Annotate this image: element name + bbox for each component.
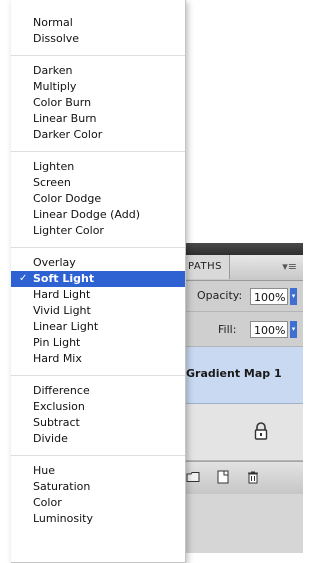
menu-item-soft-light[interactable]: Soft Light ✓ — [11, 271, 185, 287]
opacity-dropdown-icon[interactable]: ▾ — [290, 288, 297, 305]
menu-separator — [11, 247, 185, 248]
menu-separator — [11, 375, 185, 376]
menu-item-linear-light[interactable]: Linear Light — [11, 319, 185, 335]
menu-separator — [11, 151, 185, 152]
menu-item-vivid-light[interactable]: Vivid Light — [11, 303, 185, 319]
menu-separator — [11, 455, 185, 456]
menu-item-label: Hard Light — [33, 288, 91, 301]
menu-item-label: Color — [33, 496, 62, 509]
menu-item-luminosity[interactable]: Luminosity — [11, 511, 185, 527]
menu-item-dissolve[interactable]: Dissolve — [11, 31, 185, 47]
menu-item-overlay[interactable]: Overlay — [11, 255, 185, 271]
menu-item-darker-color[interactable]: Darker Color — [11, 127, 185, 143]
menu-item-label: Luminosity — [33, 512, 93, 525]
menu-item-color[interactable]: Color — [11, 495, 185, 511]
blend-mode-menu: Normal Dissolve Darken Multiply Color Burn Li… — [11, 0, 186, 563]
menu-item-lighter-color[interactable]: Lighter Color — [11, 223, 185, 239]
menu-item-label: Hue — [33, 464, 56, 477]
menu-item-exclusion[interactable]: Exclusion — [11, 399, 185, 415]
menu-item-label: Normal — [33, 16, 73, 29]
fill-field[interactable]: 100% — [250, 321, 288, 338]
new-layer-icon[interactable] — [216, 470, 230, 484]
menu-item-divide[interactable]: Divide — [11, 431, 185, 447]
menu-item-normal[interactable]: Normal — [11, 15, 185, 31]
checkmark-icon: ✓ — [19, 273, 28, 284]
menu-item-label: Linear Burn — [33, 112, 97, 125]
menu-item-label: Exclusion — [33, 400, 85, 413]
menu-item-label: Darker Color — [33, 128, 103, 141]
menu-item-label: Soft Light — [33, 272, 95, 285]
fill-label: Fill: — [218, 323, 237, 336]
menu-item-label: Vivid Light — [33, 304, 91, 317]
menu-item-difference[interactable]: Difference — [11, 383, 185, 399]
layer-name: Gradient Map 1 — [186, 367, 282, 380]
menu-item-saturation[interactable]: Saturation — [11, 479, 185, 495]
menu-item-label: Linear Light — [33, 320, 99, 333]
menu-item-screen[interactable]: Screen — [11, 175, 185, 191]
menu-item-label: Multiply — [33, 80, 77, 93]
menu-item-label: Pin Light — [33, 336, 81, 349]
menu-item-multiply[interactable]: Multiply — [11, 79, 185, 95]
folder-icon[interactable] — [186, 470, 200, 484]
menu-item-color-dodge[interactable]: Color Dodge — [11, 191, 185, 207]
menu-item-label: Color Dodge — [33, 192, 102, 205]
menu-item-lighten[interactable]: Lighten — [11, 159, 185, 175]
trash-icon[interactable] — [246, 470, 260, 484]
menu-item-label: Lighten — [33, 160, 75, 173]
menu-item-hard-light[interactable]: Hard Light — [11, 287, 185, 303]
menu-item-label: Darken — [33, 64, 73, 77]
opacity-label: Opacity: — [197, 289, 243, 302]
menu-item-label: Lighter Color — [33, 224, 104, 237]
menu-item-label: Color Burn — [33, 96, 92, 109]
menu-item-label: Linear Dodge (Add) — [33, 208, 140, 221]
menu-item-hard-mix[interactable]: Hard Mix — [11, 351, 185, 367]
menu-item-label: Dissolve — [33, 32, 80, 45]
menu-item-pin-light[interactable]: Pin Light — [11, 335, 185, 351]
menu-item-label: Overlay — [33, 256, 76, 269]
menu-item-color-burn[interactable]: Color Burn — [11, 95, 185, 111]
menu-item-label: Divide — [33, 432, 68, 445]
menu-item-label: Difference — [33, 384, 90, 397]
menu-item-darken[interactable]: Darken — [11, 63, 185, 79]
menu-item-subtract[interactable]: Subtract — [11, 415, 185, 431]
menu-item-label: Saturation — [33, 480, 91, 493]
panel-menu-icon[interactable]: ▾≡ — [282, 260, 297, 273]
menu-item-linear-burn[interactable]: Linear Burn — [11, 111, 185, 127]
fill-dropdown-icon[interactable]: ▾ — [290, 321, 297, 338]
menu-item-linear-dodge-add[interactable]: Linear Dodge (Add) — [11, 207, 185, 223]
menu-item-hue[interactable]: Hue — [11, 463, 185, 479]
opacity-field[interactable]: 100% — [250, 288, 288, 305]
lock-icon — [254, 422, 268, 440]
menu-item-label: Hard Mix — [33, 352, 82, 365]
menu-item-label: Screen — [33, 176, 71, 189]
menu-separator — [11, 55, 185, 56]
menu-item-label: Subtract — [33, 416, 80, 429]
